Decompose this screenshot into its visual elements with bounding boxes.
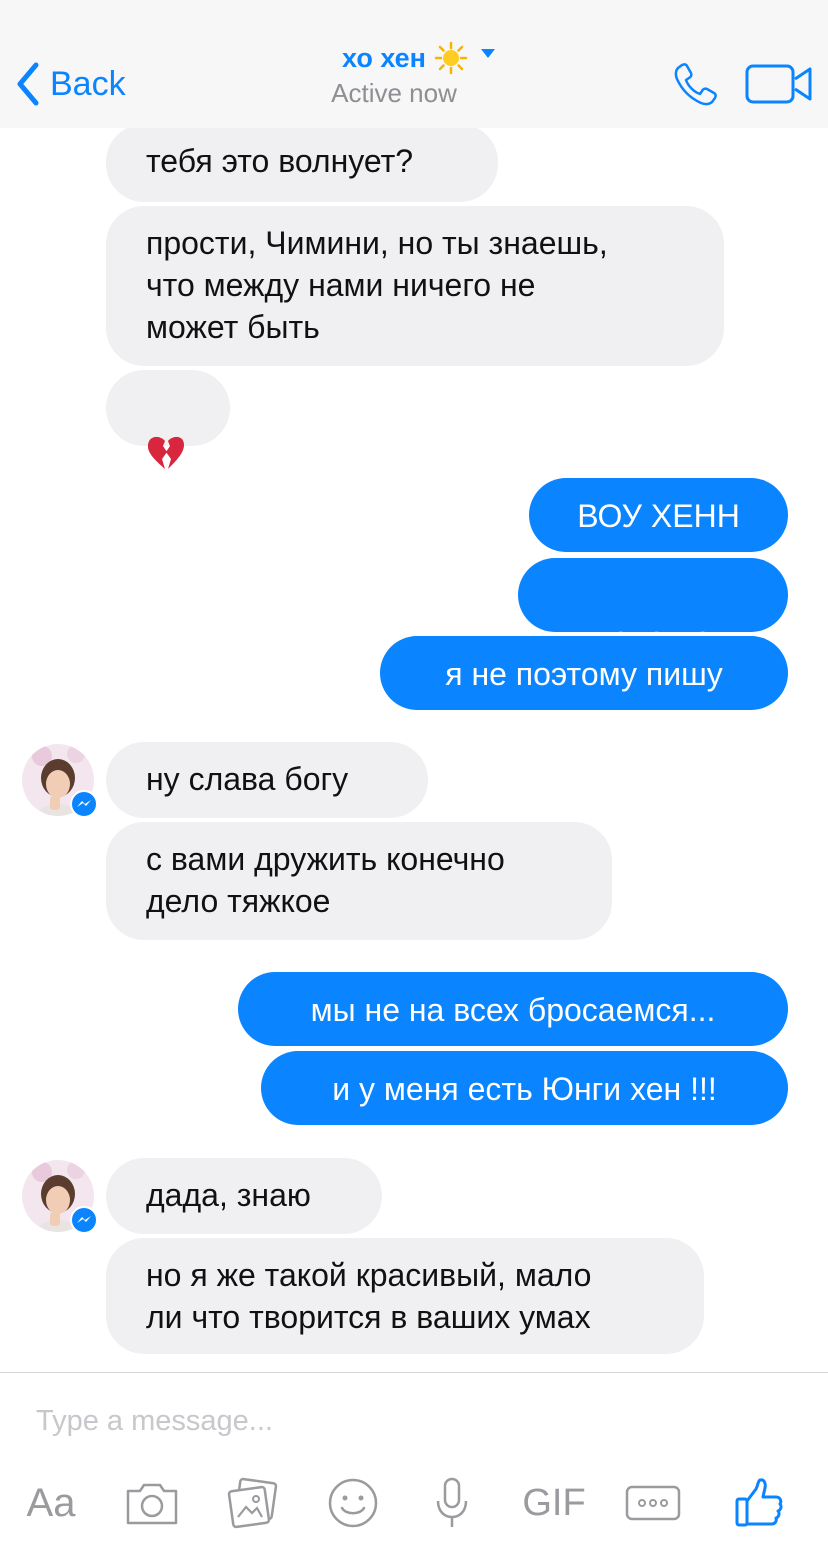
message-bubble-incoming[interactable]: дада, знаю bbox=[106, 1158, 382, 1234]
message-text: прости, Чимини, но ты знаешь, что между … bbox=[146, 225, 608, 345]
message-text: и у меня есть Юнги хен !!! bbox=[332, 1071, 717, 1107]
contact-avatar[interactable] bbox=[22, 1160, 98, 1234]
message-bubble-outgoing[interactable]: и у меня есть Юнги хен !!! bbox=[261, 1051, 788, 1125]
message-bubble-incoming[interactable]: ну слава богу bbox=[106, 742, 428, 818]
message-bubble-incoming[interactable]: с вами дружить конечно дело тяжкое bbox=[106, 822, 612, 940]
emoji-icon[interactable] bbox=[326, 1477, 380, 1529]
more-icon[interactable] bbox=[624, 1477, 682, 1529]
camera-icon[interactable] bbox=[124, 1477, 180, 1529]
message-text: ну слава богу bbox=[146, 761, 349, 797]
back-button[interactable]: Back bbox=[14, 58, 126, 110]
video-call-icon[interactable] bbox=[744, 62, 814, 106]
like-icon[interactable] bbox=[734, 1477, 784, 1529]
message-bubble-incoming[interactable]: но я же такой красивый, мало ли что твор… bbox=[106, 1238, 704, 1354]
message-text: с вами дружить конечно дело тяжкое bbox=[146, 841, 505, 919]
chat-header: Back хо хен Active now bbox=[0, 0, 828, 128]
microphone-icon[interactable] bbox=[434, 1477, 470, 1529]
back-label: Back bbox=[50, 64, 126, 103]
gif-button[interactable]: GIF bbox=[518, 1477, 590, 1529]
phone-call-icon[interactable] bbox=[672, 60, 720, 108]
message-text: но я же такой красивый, мало ли что твор… bbox=[146, 1257, 592, 1335]
broken-heart-emoji-icon bbox=[147, 436, 184, 469]
messenger-badge-icon bbox=[70, 790, 98, 818]
message-bubble-outgoing[interactable]: ВОУ ХЕНН bbox=[529, 478, 788, 552]
dropdown-caret-icon bbox=[481, 49, 495, 58]
message-text: я не поэтому пишу bbox=[445, 656, 723, 692]
messenger-badge-icon bbox=[70, 1206, 98, 1234]
message-bubble-incoming[interactable]: прости, Чимини, но ты знаешь, что между … bbox=[106, 206, 724, 366]
message-bubble-outgoing[interactable]: мы не на всех бросаемся... bbox=[238, 972, 788, 1046]
text-format-button[interactable]: Aa bbox=[20, 1477, 82, 1529]
message-bubble-outgoing[interactable]: я не поэтому пишу bbox=[380, 636, 788, 710]
message-text: мы не на всех бросаемся... bbox=[310, 992, 716, 1028]
message-text: тебя это волнует? bbox=[146, 143, 414, 179]
contact-name: хо хен bbox=[341, 42, 426, 73]
message-bubble-incoming[interactable] bbox=[106, 370, 230, 469]
message-composer: Aa GIF bbox=[0, 1372, 828, 1550]
message-bubble-incoming[interactable]: тебя это волнует? bbox=[106, 128, 498, 202]
photo-icon[interactable] bbox=[226, 1477, 280, 1529]
message-text: ВОУ ХЕНН bbox=[577, 498, 740, 534]
message-bubble-outgoing[interactable]: полегче bbox=[518, 558, 788, 698]
contact-avatar[interactable] bbox=[22, 744, 98, 818]
chevron-left-icon bbox=[17, 62, 39, 106]
sun-emoji-icon bbox=[434, 41, 468, 75]
message-input[interactable] bbox=[36, 1401, 756, 1441]
message-text: дада, знаю bbox=[146, 1177, 311, 1213]
message-thread[interactable]: тебя это волнует? прости, Чимини, но ты … bbox=[0, 128, 828, 1372]
